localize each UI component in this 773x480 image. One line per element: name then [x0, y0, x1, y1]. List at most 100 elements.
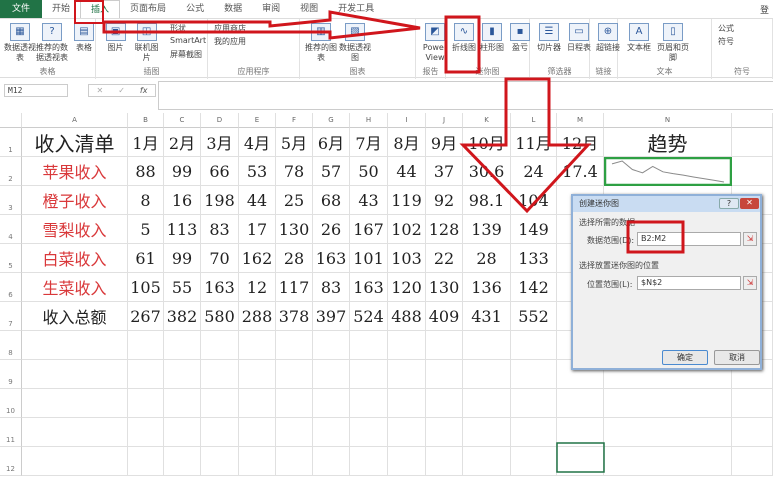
column-header[interactable]: N: [604, 113, 732, 128]
cell[interactable]: [313, 331, 350, 360]
cell[interactable]: [426, 447, 463, 476]
row-header[interactable]: 9: [0, 360, 22, 389]
cell[interactable]: 167: [350, 215, 388, 244]
cell[interactable]: [313, 389, 350, 418]
cell[interactable]: 83: [201, 215, 239, 244]
ribbon-button-8-1[interactable]: ▯ 页眉和页脚: [656, 23, 690, 63]
sparkline[interactable]: [604, 157, 732, 186]
cell[interactable]: [511, 389, 557, 418]
cell[interactable]: 120: [388, 273, 426, 302]
row-label-cell[interactable]: 收入清单: [22, 128, 128, 157]
cell[interactable]: [164, 447, 201, 476]
cell[interactable]: 2月: [164, 128, 201, 157]
cell[interactable]: 8月: [388, 128, 426, 157]
cell[interactable]: 4月: [239, 128, 276, 157]
column-header[interactable]: A: [22, 113, 128, 128]
row-header[interactable]: 11: [0, 418, 22, 447]
cell[interactable]: [164, 418, 201, 447]
cell[interactable]: [557, 447, 604, 476]
cell[interactable]: [388, 418, 426, 447]
cell[interactable]: 267: [128, 302, 164, 331]
cell[interactable]: 524: [350, 302, 388, 331]
row-header[interactable]: 10: [0, 389, 22, 418]
cell[interactable]: 98.1: [463, 186, 511, 215]
cell[interactable]: 92: [426, 186, 463, 215]
cell[interactable]: 12: [239, 273, 276, 302]
ribbon-button-5-0[interactable]: ∿ 折线图: [450, 23, 478, 53]
cell[interactable]: 17: [239, 215, 276, 244]
data-range-input[interactable]: B2:M2: [637, 232, 741, 246]
cell[interactable]: [276, 360, 313, 389]
ribbon-small-button[interactable]: 符号: [718, 36, 734, 47]
tab-1[interactable]: 开始: [42, 0, 80, 18]
cancel-icon[interactable]: ✕: [97, 85, 104, 96]
cell[interactable]: [732, 157, 773, 186]
cell[interactable]: [732, 418, 773, 447]
cell[interactable]: [313, 447, 350, 476]
cell[interactable]: 431: [463, 302, 511, 331]
cell[interactable]: 102: [388, 215, 426, 244]
cell[interactable]: [557, 418, 604, 447]
column-header[interactable]: K: [463, 113, 511, 128]
cell[interactable]: [463, 389, 511, 418]
close-button[interactable]: ✕: [740, 198, 759, 209]
cell[interactable]: 61: [128, 244, 164, 273]
cell[interactable]: 28: [463, 244, 511, 273]
function-icon[interactable]: fx: [140, 85, 148, 96]
cell[interactable]: 580: [201, 302, 239, 331]
cell[interactable]: [350, 418, 388, 447]
cell[interactable]: 趋势: [604, 128, 732, 157]
cell[interactable]: [22, 447, 128, 476]
tab-2[interactable]: 插入: [80, 0, 121, 18]
cell[interactable]: 142: [511, 273, 557, 302]
ribbon-button-8-0[interactable]: A 文本框: [622, 23, 656, 53]
row-header[interactable]: 1: [0, 128, 22, 157]
name-box[interactable]: M12: [4, 84, 68, 97]
cell[interactable]: [276, 389, 313, 418]
cell[interactable]: 57: [313, 157, 350, 186]
cell[interactable]: [604, 447, 732, 476]
cell[interactable]: 113: [164, 215, 201, 244]
column-header[interactable]: F: [276, 113, 313, 128]
cell[interactable]: 163: [350, 273, 388, 302]
cell[interactable]: 409: [426, 302, 463, 331]
row-label-cell[interactable]: 橙子收入: [22, 186, 128, 215]
ribbon-button-5-1[interactable]: ▮ 柱形图: [478, 23, 506, 53]
cell[interactable]: 22: [426, 244, 463, 273]
cell[interactable]: 88: [128, 157, 164, 186]
row-header[interactable]: 3: [0, 186, 22, 215]
cell[interactable]: [350, 360, 388, 389]
cell[interactable]: [164, 331, 201, 360]
tab-4[interactable]: 公式: [176, 0, 214, 18]
tab-8[interactable]: 开发工具: [328, 0, 384, 18]
cell[interactable]: [426, 389, 463, 418]
cell[interactable]: [22, 331, 128, 360]
cell[interactable]: 162: [239, 244, 276, 273]
cell[interactable]: 163: [201, 273, 239, 302]
cell[interactable]: [276, 331, 313, 360]
cell[interactable]: [732, 447, 773, 476]
help-button[interactable]: ?: [719, 198, 739, 209]
cell[interactable]: 66: [201, 157, 239, 186]
cell[interactable]: 78: [276, 157, 313, 186]
cell[interactable]: 1月: [128, 128, 164, 157]
cell[interactable]: 12月: [557, 128, 604, 157]
cancel-button[interactable]: 取消: [714, 350, 760, 365]
cell[interactable]: 50: [350, 157, 388, 186]
cell[interactable]: 103: [388, 244, 426, 273]
tab-7[interactable]: 视图: [290, 0, 328, 18]
cell[interactable]: 10月: [463, 128, 511, 157]
row-header[interactable]: 7: [0, 302, 22, 331]
tab-6[interactable]: 审阅: [252, 0, 290, 18]
cell[interactable]: 30.6: [463, 157, 511, 186]
row-header[interactable]: 5: [0, 244, 22, 273]
cell[interactable]: [511, 418, 557, 447]
cell[interactable]: [128, 360, 164, 389]
cell[interactable]: 117: [276, 273, 313, 302]
cell[interactable]: [604, 389, 732, 418]
cell[interactable]: 139: [463, 215, 511, 244]
cell[interactable]: [426, 331, 463, 360]
cell[interactable]: [388, 447, 426, 476]
ribbon-button-0-1[interactable]: ? 推荐的数据透视表: [36, 23, 68, 63]
select-all-corner[interactable]: [0, 113, 22, 128]
